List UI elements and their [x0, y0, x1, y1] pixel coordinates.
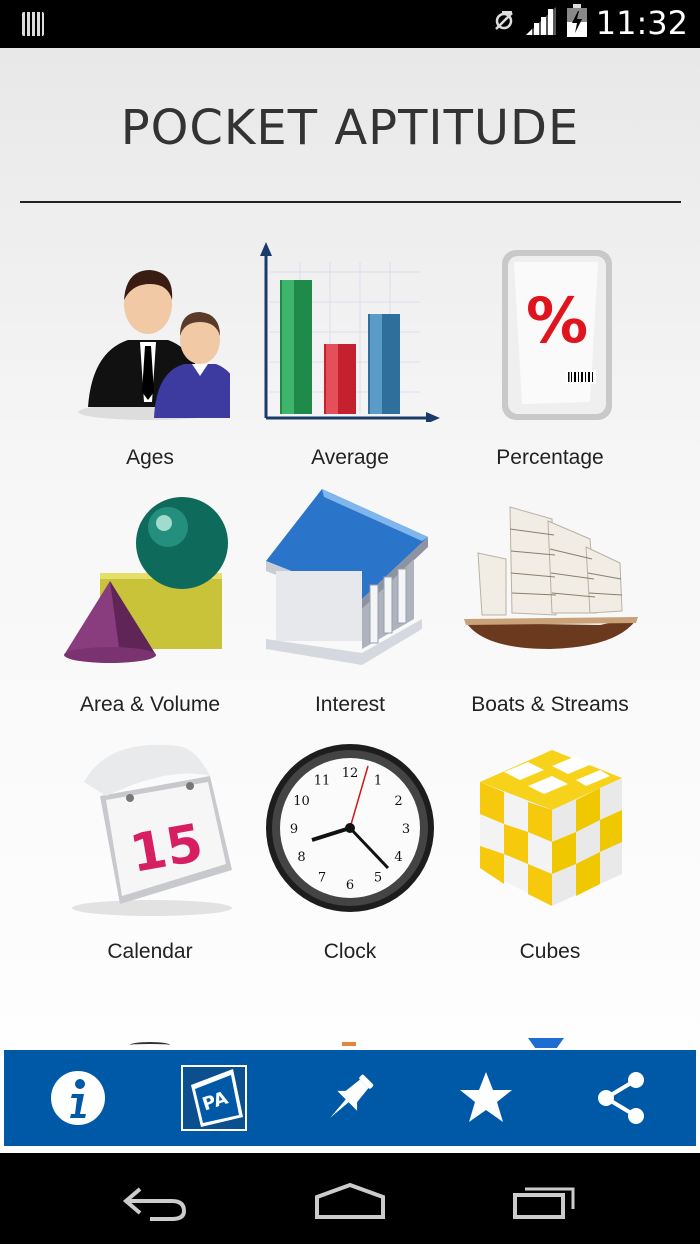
clock-number: 9 [290, 822, 298, 837]
ship-icon [464, 506, 638, 649]
status-bar: 11:32 [0, 0, 700, 48]
favorites-button[interactable] [450, 1062, 522, 1134]
topic-area-volume[interactable]: Area & Volume [50, 485, 250, 732]
topic-percentage[interactable]: % Percentage [450, 238, 650, 485]
share-button[interactable] [586, 1062, 658, 1134]
topic-label: Boats & Streams [471, 693, 629, 716]
next-row-peek [528, 1038, 564, 1048]
info-button[interactable] [42, 1062, 114, 1134]
clock-number: 7 [318, 871, 326, 886]
back-icon [122, 1187, 187, 1221]
topic-cubes[interactable]: Cubes [450, 732, 650, 979]
page-title: POCKET APTITUDE [120, 100, 580, 156]
topic-clock[interactable]: 12 1 2 3 4 5 6 7 8 9 10 11 Clock [250, 732, 450, 979]
topic-interest[interactable]: Interest [250, 485, 450, 732]
share-icon [598, 1072, 644, 1124]
topic-boats-streams[interactable]: Boats & Streams [450, 485, 650, 732]
clock-number: 8 [297, 850, 305, 865]
info-icon [51, 1071, 105, 1125]
shapes-icon [64, 497, 228, 663]
bank-icon [266, 489, 428, 665]
pa-logo-icon: PA [181, 1065, 247, 1131]
calendar-icon: 15 [72, 744, 232, 916]
title-divider [20, 201, 681, 203]
topic-grid: Ages Average % Percentage Area & Volume … [50, 238, 650, 1048]
sync-off-icon [492, 9, 516, 37]
star-icon [460, 1072, 512, 1122]
pin-icon [330, 1074, 374, 1118]
topic-label: Percentage [496, 446, 604, 469]
system-nav-bar [0, 1153, 700, 1244]
clock-number: 10 [293, 794, 310, 809]
percentage-icon: % [502, 250, 612, 420]
status-time: 11:32 [595, 4, 688, 42]
topic-calendar[interactable]: 15 Calendar [50, 732, 250, 979]
bottom-toolbar: PA [4, 1050, 696, 1146]
topic-label: Cubes [519, 940, 581, 963]
people-icon [78, 270, 230, 420]
app-screen: POCKET APTITUDE Ages Average % Percentag… [0, 48, 700, 1153]
clock-icon: 12 1234567891011 [266, 744, 434, 912]
topic-ages[interactable]: Ages [50, 238, 250, 485]
clock-number: 6 [346, 878, 354, 893]
topic-average[interactable]: Average [250, 238, 450, 485]
clock-number: 11 [314, 774, 331, 789]
cube-icon [480, 750, 622, 906]
clock-number: 5 [374, 871, 382, 886]
next-row-peek [342, 1042, 356, 1046]
notification-icon [20, 10, 46, 42]
clock-number: 1 [374, 774, 382, 789]
home-icon [315, 1182, 385, 1219]
clock-number: 2 [394, 794, 402, 809]
clock-number: 4 [394, 850, 402, 865]
pa-logo-button[interactable]: PA [178, 1062, 250, 1134]
bar-chart-icon [260, 242, 440, 422]
pin-button[interactable] [314, 1062, 386, 1134]
calendar-day: 15 [126, 813, 208, 885]
recents-button[interactable] [496, 1171, 596, 1231]
clock-number: 3 [402, 822, 410, 837]
recents-icon [513, 1187, 575, 1219]
back-button[interactable] [105, 1171, 205, 1231]
home-button[interactable] [300, 1171, 400, 1231]
svg-text:%: % [526, 284, 588, 357]
clock-number: 12 [342, 766, 359, 781]
battery-icon [566, 4, 588, 42]
next-row-peek [130, 1042, 170, 1048]
signal-icon [524, 5, 558, 41]
